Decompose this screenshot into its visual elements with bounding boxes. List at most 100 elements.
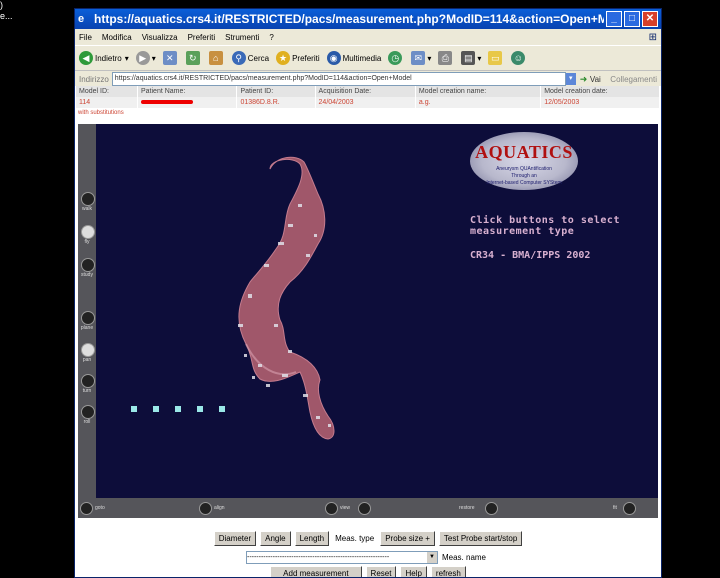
reset-button[interactable]: Reset [365, 566, 397, 577]
viewpoint-marker[interactable] [175, 406, 181, 412]
favorites-button[interactable]: ★ Preferiti [276, 51, 320, 65]
probe-size-button[interactable]: Probe size + [380, 531, 435, 546]
3d-viewer[interactable]: walk fly study plane pan turn roll AQUAT… [78, 124, 658, 518]
window-title: https://aquatics.crs4.it/RESTRICTED/pacs… [94, 12, 604, 26]
pan-button[interactable] [81, 343, 95, 357]
info-header-row: Model ID: Patient Name: Patient ID: Acqu… [76, 86, 660, 97]
pan-label: pan [82, 357, 92, 363]
edit-button[interactable]: ▤ ▾ [461, 51, 481, 65]
back-dropdown-icon[interactable]: ▾ [125, 54, 129, 63]
menu-preferiti[interactable]: Preferiti [188, 33, 216, 42]
model-info-table: Model ID: Patient Name: Patient ID: Acqu… [76, 86, 660, 108]
address-label: Indirizzo [79, 74, 109, 84]
refresh-button[interactable]: ↻ [185, 51, 202, 65]
history-icon: ◷ [388, 51, 403, 65]
select-dropdown-icon[interactable]: ▼ [426, 552, 437, 563]
align-label: align [214, 505, 225, 511]
go-button[interactable]: ➜ Vai [580, 74, 601, 85]
goto-label: goto [95, 505, 105, 511]
measurement-select[interactable]: ----------------------------------------… [245, 551, 438, 564]
folder-icon: ▭ [488, 51, 503, 65]
viewpoint-marker[interactable] [219, 406, 225, 412]
viewpoint-marker[interactable] [153, 406, 159, 412]
walk-button[interactable] [81, 192, 95, 206]
stop-button[interactable]: ✕ [162, 51, 179, 65]
stop-icon: ✕ [162, 51, 177, 65]
add-measurement-button[interactable]: Add measurement [270, 566, 362, 577]
address-dropdown-icon[interactable]: ▾ [565, 73, 576, 85]
print-icon: ⎙ [438, 51, 453, 65]
messenger-icon: ☺ [511, 51, 526, 65]
study-button[interactable] [81, 258, 95, 272]
title-bar[interactable]: e https://aquatics.crs4.it/RESTRICTED/pa… [75, 9, 661, 29]
menu-visualizza[interactable]: Visualizza [142, 33, 178, 42]
mail-button[interactable]: ✉ ▾ [411, 51, 431, 65]
menu-strumenti[interactable]: Strumenti [225, 33, 259, 42]
menu-modifica[interactable]: Modifica [102, 33, 132, 42]
links-button[interactable]: Collegamenti [610, 75, 657, 84]
fit-button[interactable] [623, 502, 636, 515]
roll-button[interactable] [81, 405, 95, 419]
back-label: Indietro [95, 53, 122, 63]
header-model-id: Model ID: [76, 86, 138, 97]
maximize-button[interactable]: □ [624, 11, 640, 27]
walk-label: walk [81, 206, 92, 212]
back-button[interactable]: ◀ Indietro ▾ [79, 51, 129, 65]
browser-window: e https://aquatics.crs4.it/RESTRICTED/pa… [74, 8, 662, 578]
aquatics-logo: AQUATICS Aneurysm QUAntification Through… [470, 132, 578, 190]
home-button[interactable]: ⌂ [208, 51, 225, 65]
go-label: Vai [589, 74, 601, 84]
angle-button[interactable]: Angle [260, 531, 291, 546]
header-model-creation-date: Model creation date: [540, 86, 660, 97]
multimedia-button[interactable]: ◉ Multimedia [326, 51, 381, 65]
header-patient-id: Patient ID: [236, 86, 316, 97]
menu-file[interactable]: File [79, 33, 92, 42]
turn-button[interactable] [81, 374, 95, 388]
viewpoint-marker[interactable] [131, 406, 137, 412]
forward-dropdown-icon[interactable]: ▾ [152, 54, 156, 63]
view-next-button[interactable] [358, 502, 371, 515]
instructions-line-2: measurement type [470, 226, 575, 237]
page-content: Model ID: Patient Name: Patient ID: Acqu… [75, 86, 661, 577]
minimize-button[interactable]: _ [606, 11, 622, 27]
value-model-id: 114 [76, 97, 138, 108]
plane-button[interactable] [81, 311, 95, 325]
view-label: view [340, 505, 351, 511]
align-button[interactable] [199, 502, 212, 515]
fit-label: fit [613, 505, 617, 511]
length-button[interactable]: Length [294, 531, 330, 546]
value-model-creation-date: 12/05/2003 [540, 97, 660, 108]
measurement-name-row: ----------------------------------------… [75, 551, 661, 564]
mail-dropdown-icon[interactable]: ▾ [427, 54, 431, 63]
refresh-icon: ↻ [185, 51, 200, 65]
view-prev-button[interactable] [325, 502, 338, 515]
measurement-select-value: ----------------------------------------… [246, 554, 390, 561]
address-input[interactable]: https://aquatics.crs4.it/RESTRICTED/pacs… [111, 72, 566, 86]
edit-icon: ▤ [461, 51, 476, 65]
action-row: Add measurement Reset Help refresh [75, 566, 661, 577]
help-button[interactable]: Help [400, 566, 427, 577]
edit-dropdown-icon[interactable]: ▾ [477, 54, 481, 63]
close-button[interactable]: ✕ [642, 11, 658, 27]
forward-button[interactable]: ▶ ▾ [135, 51, 156, 65]
folder-button[interactable]: ▭ [488, 51, 504, 65]
fly-button[interactable] [81, 225, 95, 239]
measurement-type-row: Diameter Angle Length Meas. type Probe s… [75, 531, 661, 546]
menu-help[interactable]: ? [269, 33, 273, 42]
refresh-page-button[interactable]: refresh [430, 566, 466, 577]
instructions-text: Click buttons to select measurement type [470, 215, 620, 237]
desktop-side-text: ) e... [0, 0, 13, 22]
history-button[interactable]: ◷ [388, 51, 404, 65]
viewpoint-marker[interactable] [197, 406, 203, 412]
search-button[interactable]: ⚲ Cerca [231, 51, 269, 65]
diameter-button[interactable]: Diameter [213, 531, 257, 546]
restore-button[interactable] [485, 502, 498, 515]
test-probe-button[interactable]: Test Probe start/stop [438, 531, 523, 546]
instructions-line-1: Click buttons to select [470, 215, 620, 226]
messenger-button[interactable]: ☺ [511, 51, 527, 65]
goto-button[interactable] [80, 502, 93, 515]
desktop-text-1: ) [0, 0, 3, 10]
go-arrow-icon: ➜ [579, 73, 588, 84]
study-label: study [81, 272, 93, 278]
print-button[interactable]: ⎙ [438, 51, 454, 65]
